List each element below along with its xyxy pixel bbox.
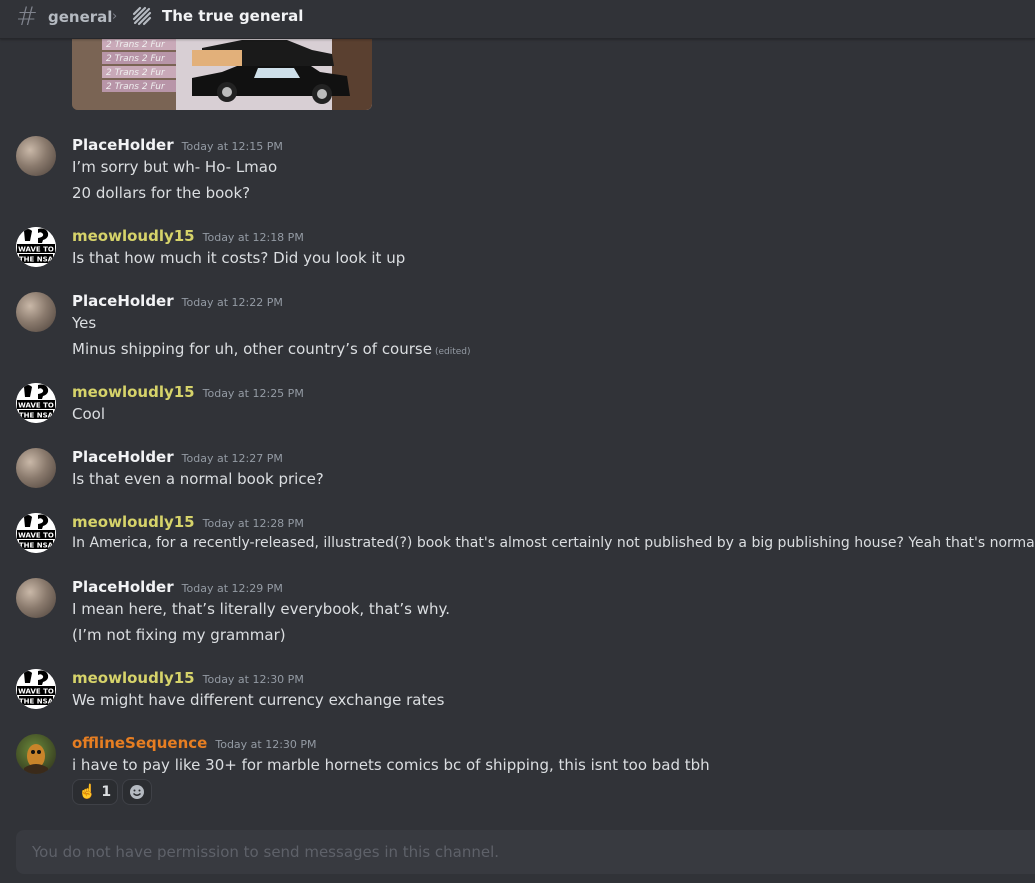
avatar-text: THE NSA (19, 698, 54, 706)
add-reaction-icon (130, 785, 144, 799)
message-text: In America, for a recently-released, ill… (72, 535, 1035, 551)
author-name[interactable]: offlineSequence (72, 734, 207, 752)
message-text: Minus shipping for uh, other country’s o… (72, 340, 432, 358)
message-timestamp: Today at 12:25 PM (202, 387, 304, 400)
avatar[interactable]: WAVE TO THE NSA (16, 227, 56, 267)
avatar[interactable] (16, 136, 56, 176)
book-spine-text: 2 Trans 2 Fur (106, 54, 166, 64)
author-name[interactable]: meowloudly15 (72, 227, 195, 245)
book-spine-text: 2 Trans 2 Fur (106, 68, 166, 78)
avatar[interactable] (16, 734, 56, 774)
avatar-art (24, 744, 48, 774)
avatar[interactable] (16, 578, 56, 618)
book-spine-text: 2 Trans 2 Fur (106, 82, 166, 92)
thread-title: The true general (162, 7, 304, 25)
author-name[interactable]: meowloudly15 (72, 669, 195, 687)
message-text: Yes (72, 314, 97, 332)
message-text: I’m sorry but wh- Ho- Lmao (72, 158, 278, 176)
book-spine-text: 2 Trans 2 Fur (106, 40, 166, 50)
breadcrumb-chevron-icon: › (112, 9, 118, 24)
avatar-text: WAVE TO (18, 402, 54, 410)
image-attachment[interactable]: 2 Trans 2 Fur 2 Trans 2 Fur 2 Trans 2 Fu… (72, 38, 372, 110)
channel-name[interactable]: general (48, 8, 112, 26)
avatar-text: THE NSA (19, 412, 54, 420)
message-text: Is that how much it costs? Did you look … (72, 249, 406, 267)
add-reaction-button[interactable] (122, 779, 152, 805)
message-text: (I’m not fixing my grammar) (72, 626, 286, 644)
avatar-text: WAVE TO (18, 688, 54, 696)
message-timestamp: Today at 12:22 PM (181, 296, 283, 309)
message-timestamp: Today at 12:30 PM (215, 738, 317, 751)
author-name[interactable]: PlaceHolder (72, 578, 174, 596)
author-name[interactable]: meowloudly15 (72, 513, 195, 531)
wave-to-the-nsa-logo: WAVE TO THE NSA (16, 513, 56, 553)
avatar-text: THE NSA (19, 542, 54, 550)
avatar[interactable] (16, 292, 56, 332)
author-name[interactable]: PlaceHolder (72, 136, 174, 154)
message-text: We might have different currency exchang… (72, 691, 445, 709)
author-name[interactable]: PlaceHolder (72, 448, 174, 466)
author-name[interactable]: PlaceHolder (72, 292, 174, 310)
attachment-photo: 2 Trans 2 Fur 2 Trans 2 Fur 2 Trans 2 Fu… (72, 38, 372, 110)
wave-to-the-nsa-logo: WAVE TO THE NSA (16, 669, 56, 709)
message-text: 20 dollars for the book? (72, 184, 251, 202)
message-timestamp: Today at 12:27 PM (181, 452, 283, 465)
message-text: I mean here, that’s literally everybook,… (72, 600, 451, 618)
message-text: Is that even a normal book price? (72, 470, 324, 488)
avatar[interactable]: WAVE TO THE NSA (16, 383, 56, 423)
wave-to-the-nsa-logo: WAVE TO THE NSA (16, 383, 56, 423)
message-timestamp: Today at 12:29 PM (181, 582, 283, 595)
avatar[interactable]: WAVE TO THE NSA (16, 669, 56, 709)
message-text: Cool (72, 405, 105, 423)
pointing-up-emoji-icon: ☝️ (78, 784, 97, 800)
reaction-count: 1 (101, 784, 112, 800)
channel-header: # general › The true general (0, 0, 1035, 39)
avatar-text: WAVE TO (18, 532, 54, 540)
message-text: i have to pay like 30+ for marble hornet… (72, 756, 710, 774)
message-composer-disabled: You do not have permission to send messa… (16, 830, 1035, 874)
avatar-text: THE NSA (19, 256, 54, 264)
channel-hash-icon: # (16, 2, 38, 32)
avatar[interactable] (16, 448, 56, 488)
avatar[interactable]: WAVE TO THE NSA (16, 513, 56, 553)
message-timestamp: Today at 12:28 PM (202, 517, 304, 530)
message-timestamp: Today at 12:18 PM (202, 231, 304, 244)
avatar-text: WAVE TO (18, 246, 54, 254)
composer-placeholder: You do not have permission to send messa… (32, 843, 500, 861)
wave-to-the-nsa-logo: WAVE TO THE NSA (16, 227, 56, 267)
message-timestamp: Today at 12:15 PM (181, 140, 283, 153)
message-timestamp: Today at 12:30 PM (202, 673, 304, 686)
reaction-pointing-up[interactable]: ☝️ 1 (72, 779, 118, 805)
author-name[interactable]: meowloudly15 (72, 383, 195, 401)
edited-label: (edited) (434, 347, 471, 357)
thread-icon (132, 6, 152, 26)
